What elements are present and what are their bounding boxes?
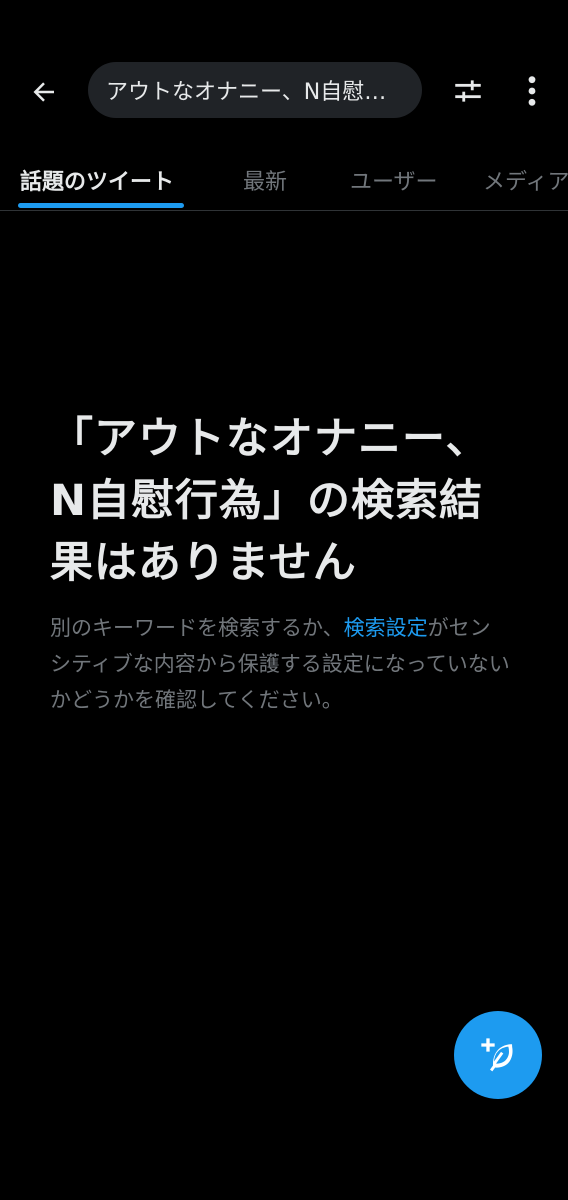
empty-state-description: 別のキーワードを検索するか、検索設定がセンシティブな内容から保護する設定になって… (50, 610, 510, 718)
sliders-icon (455, 80, 481, 102)
back-button[interactable] (22, 70, 66, 114)
search-settings-link[interactable]: 検索設定 (344, 616, 428, 640)
search-bar[interactable]: アウトなオナニー、N自慰行為 (88, 62, 422, 118)
empty-state: 「アウトなオナニー、N自慰行為」の検索結果はありません 別のキーワードを検索する… (50, 408, 520, 718)
more-vertical-icon (528, 76, 536, 106)
more-options-button[interactable] (512, 68, 552, 114)
search-tabs: 話題のツイート 最新 ユーザー メディア (0, 150, 568, 211)
search-filter-button[interactable] (445, 68, 491, 114)
tab-media[interactable]: メディア (483, 150, 568, 210)
top-app-bar: アウトなオナニー、N自慰行為 (0, 0, 568, 150)
compose-tweet-button[interactable] (454, 1011, 542, 1099)
tab-users[interactable]: ユーザー (350, 150, 438, 210)
empty-desc-text-before: 別のキーワードを検索するか、 (50, 616, 344, 640)
tab-top-tweets[interactable]: 話題のツイート (20, 150, 174, 210)
tab-latest[interactable]: 最新 (243, 150, 287, 210)
search-query-text: アウトなオナニー、N自慰行為 (106, 80, 404, 105)
empty-state-title: 「アウトなオナニー、N自慰行為」の検索結果はありません (50, 414, 490, 588)
active-tab-indicator (18, 203, 184, 208)
compose-tweet-icon (481, 1038, 513, 1072)
arrow-left-icon (33, 82, 54, 102)
